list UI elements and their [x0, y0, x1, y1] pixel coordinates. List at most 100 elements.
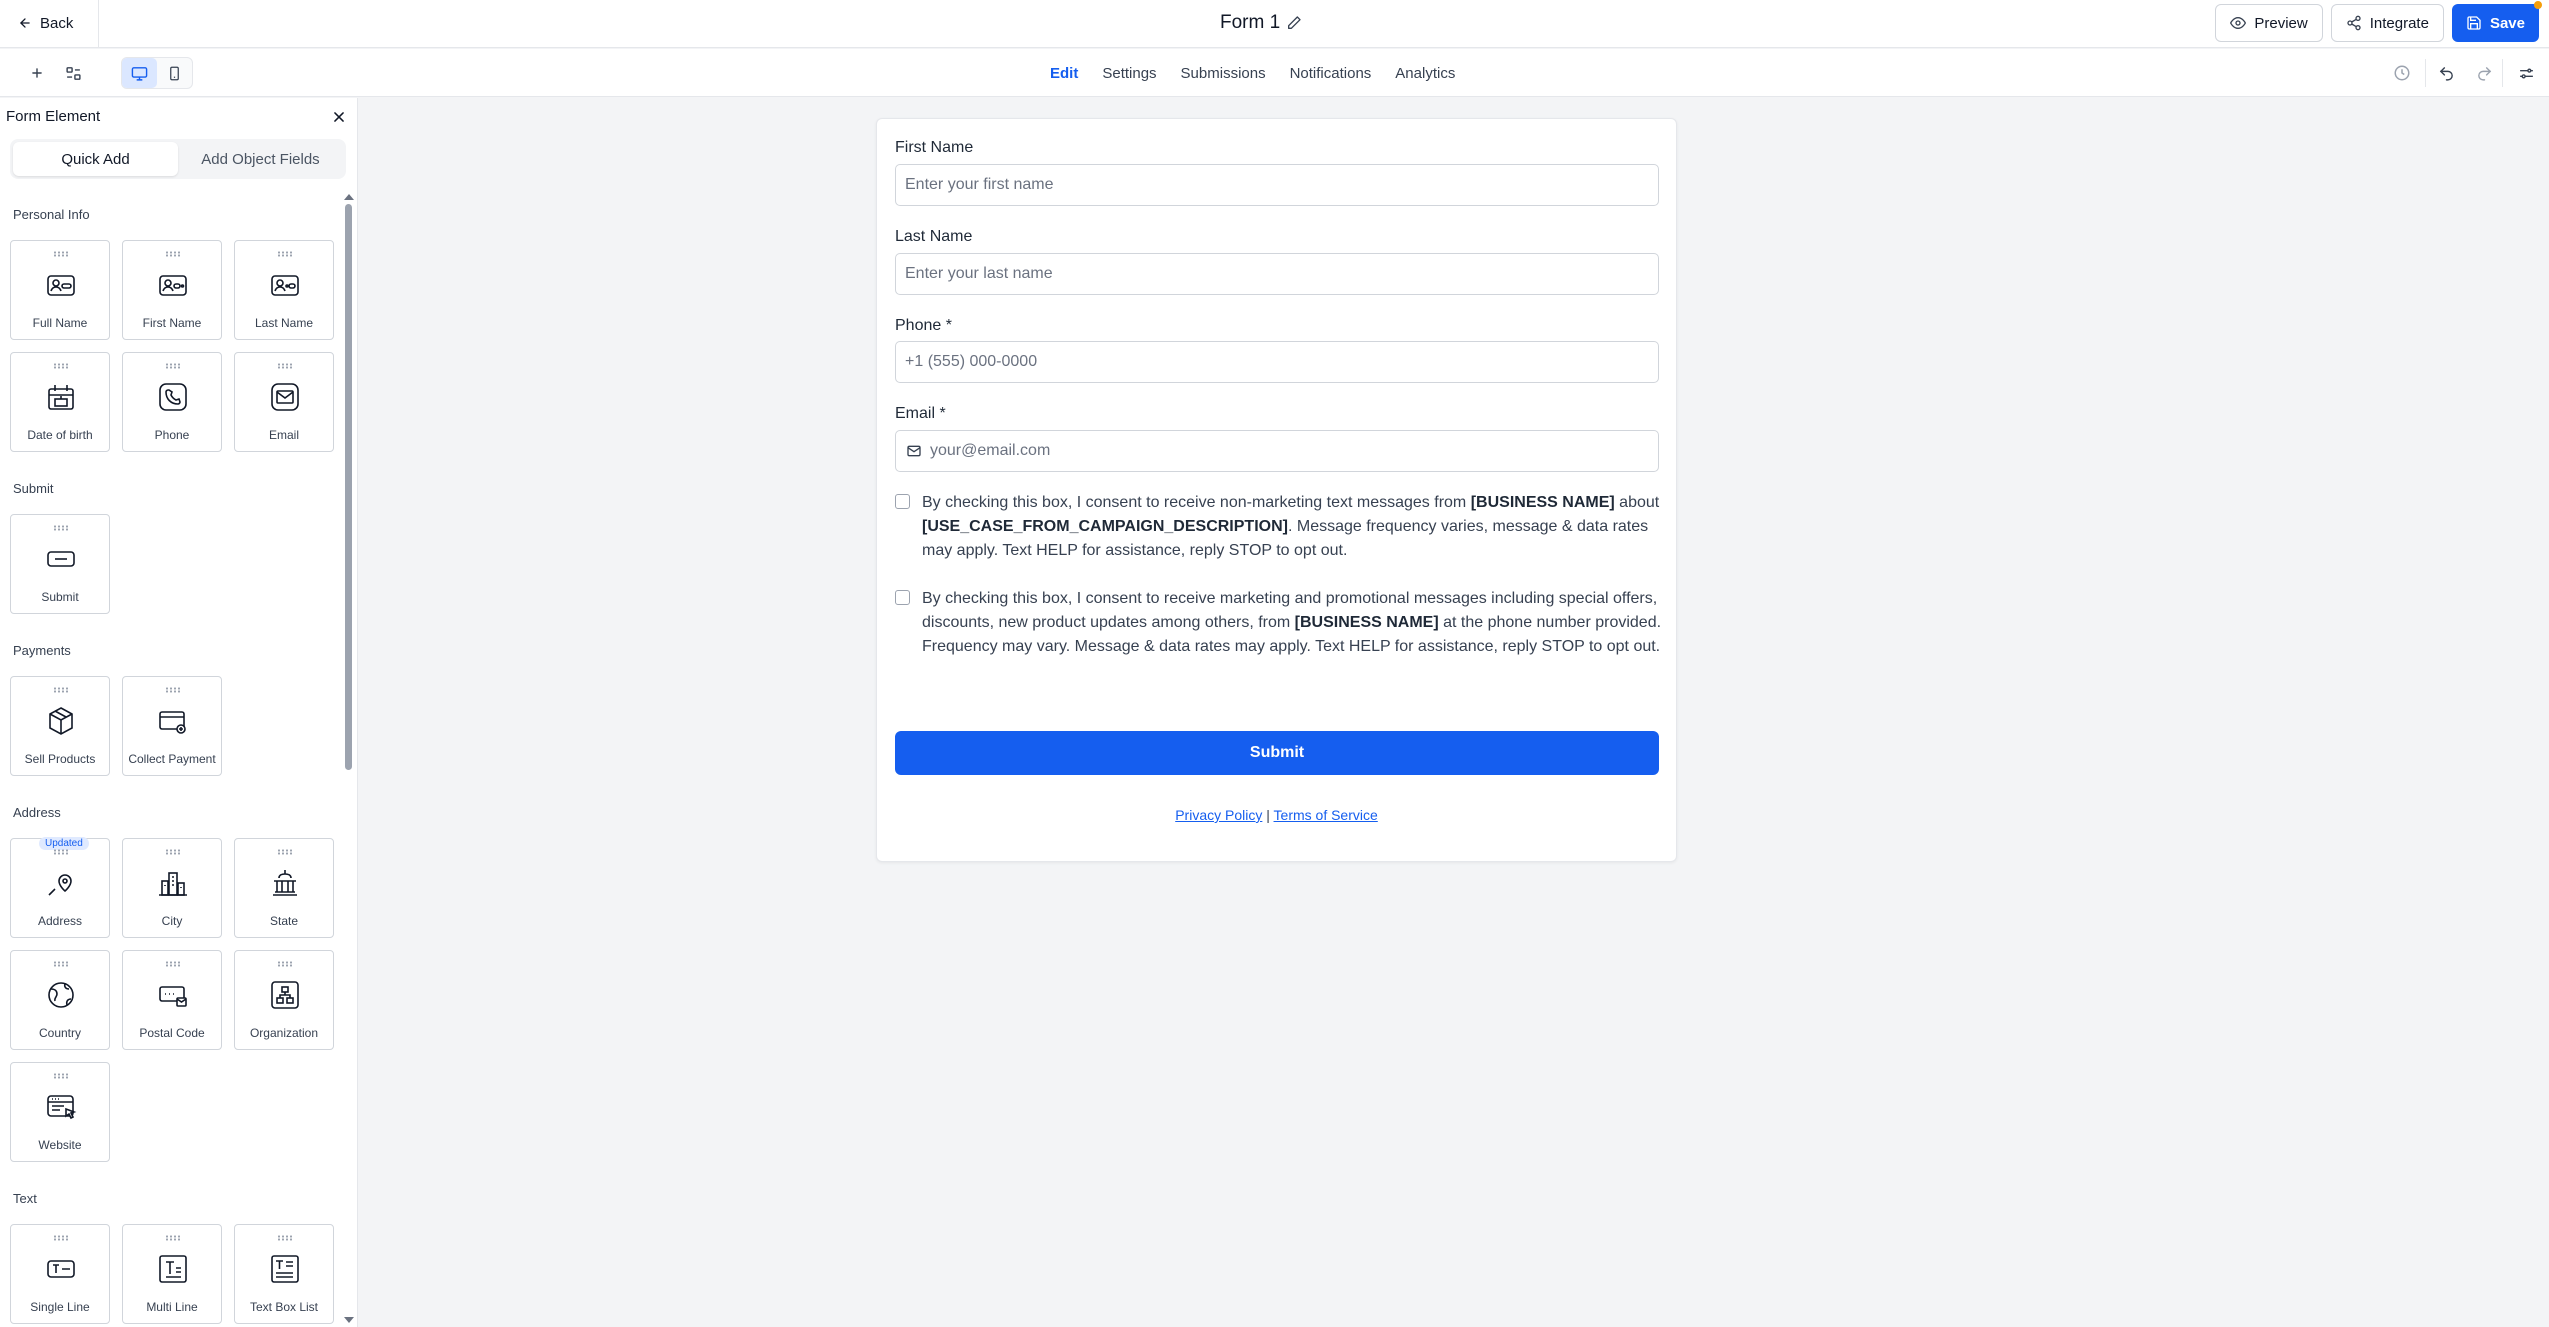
- drag-handle-icon: [53, 1073, 69, 1079]
- layers-button[interactable]: [61, 61, 85, 85]
- legal-links: Privacy Policy | Terms of Service: [877, 807, 1676, 823]
- drag-handle-icon: [165, 687, 181, 693]
- element-submit[interactable]: Submit: [10, 514, 110, 614]
- consent-marketing-checkbox[interactable]: [895, 590, 910, 605]
- element-text-box-list[interactable]: Text Box List: [234, 1224, 334, 1324]
- element-last-name[interactable]: Last Name: [234, 240, 334, 340]
- add-element-button[interactable]: [25, 61, 49, 85]
- divider: [98, 0, 99, 48]
- undo-icon: [2439, 66, 2453, 81]
- consent-marketing: By checking this box, I consent to recei…: [895, 587, 1665, 659]
- submit-button[interactable]: Submit: [895, 731, 1659, 775]
- drag-handle-icon: [165, 251, 181, 257]
- phone-label: Phone *: [895, 317, 952, 334]
- element-label: Sell Products: [24, 752, 96, 766]
- drag-handle-icon: [53, 1235, 69, 1241]
- element-website[interactable]: Website: [10, 1062, 110, 1162]
- tab-edit[interactable]: Edit: [1050, 65, 1078, 82]
- preview-label: Preview: [2254, 14, 2308, 32]
- element-first-name[interactable]: First Name: [122, 240, 222, 340]
- element-phone[interactable]: Phone: [122, 352, 222, 452]
- integrate-button[interactable]: Integrate: [2330, 4, 2444, 42]
- scroll-up-arrow[interactable]: [344, 194, 354, 200]
- element-date-of-birth[interactable]: Date of birth: [10, 352, 110, 452]
- quick-add-tab[interactable]: Quick Add: [13, 142, 178, 176]
- undo-button[interactable]: [2426, 65, 2466, 82]
- redo-icon: [2477, 66, 2491, 81]
- version-history-button[interactable]: [2379, 64, 2425, 82]
- sliders-icon: [65, 66, 81, 80]
- desktop-view-button[interactable]: [122, 58, 157, 88]
- scroll-thumb[interactable]: [345, 204, 352, 770]
- tab-analytics[interactable]: Analytics: [1395, 65, 1455, 82]
- form-title[interactable]: Form 1: [1220, 10, 1302, 36]
- element-label: City: [161, 914, 183, 928]
- preview-button[interactable]: Preview: [2215, 4, 2323, 42]
- tab-notifications[interactable]: Notifications: [1290, 65, 1372, 82]
- tab-settings[interactable]: Settings: [1102, 65, 1156, 82]
- element-country[interactable]: Country: [10, 950, 110, 1050]
- element-single-line[interactable]: Single Line: [10, 1224, 110, 1324]
- save-button[interactable]: Save: [2451, 1, 2542, 42]
- redo-button[interactable]: [2466, 65, 2502, 82]
- consent-marketing-text: By checking this box, I consent to recei…: [922, 590, 1662, 655]
- drag-handle-icon: [165, 849, 181, 855]
- category-text: Text: [13, 1191, 37, 1206]
- element-postal-code[interactable]: Postal Code: [122, 950, 222, 1050]
- element-email[interactable]: Email: [234, 352, 334, 452]
- back-button[interactable]: Back: [10, 8, 81, 38]
- element-multi-line[interactable]: Multi Line: [122, 1224, 222, 1324]
- scroll-down-arrow[interactable]: [344, 1317, 354, 1323]
- element-collect-payment[interactable]: Collect Payment: [122, 676, 222, 776]
- close-icon: [334, 112, 344, 122]
- element-label: Multi Line: [146, 1300, 198, 1314]
- element-city[interactable]: City: [122, 838, 222, 938]
- history-tools: [2379, 49, 2549, 97]
- city-icon: [159, 872, 187, 896]
- last-name-input[interactable]: [895, 253, 1659, 295]
- share-icon: [2347, 15, 2361, 31]
- plus-icon: [32, 68, 42, 78]
- form-element-panel: Form Element Quick Add Add Object Fields…: [0, 98, 358, 1327]
- monitor-icon: [131, 66, 148, 81]
- element-label: Email: [268, 428, 299, 442]
- mail-icon: [907, 445, 921, 457]
- element-address[interactable]: Updated Address: [10, 837, 110, 938]
- element-organization[interactable]: Organization: [234, 950, 334, 1050]
- first-name-input[interactable]: [895, 164, 1659, 206]
- mobile-view-button[interactable]: [157, 58, 192, 88]
- email-field[interactable]: [895, 430, 1659, 472]
- drag-handle-icon: [277, 251, 293, 257]
- pencil-icon[interactable]: [1286, 15, 1302, 31]
- email-label: Email *: [895, 405, 946, 422]
- phone-input[interactable]: [895, 341, 1659, 383]
- panel-scrollbar[interactable]: [344, 194, 354, 1327]
- element-source-toggle: Quick Add Add Object Fields: [10, 139, 346, 179]
- drag-handle-icon: [53, 525, 69, 531]
- panel-settings-button[interactable]: [2503, 65, 2549, 82]
- terms-of-service-link[interactable]: Terms of Service: [1274, 807, 1378, 823]
- drag-handle-icon: [277, 1235, 293, 1241]
- element-label: Address: [37, 914, 83, 928]
- arrow-left-icon: [20, 18, 30, 28]
- editor-tabs: Edit Settings Submissions Notifications …: [1050, 49, 1455, 97]
- drag-handle-icon: [53, 363, 69, 369]
- element-label: Date of birth: [27, 428, 93, 442]
- add-object-fields-tab[interactable]: Add Object Fields: [178, 142, 343, 176]
- back-label: Back: [40, 14, 74, 32]
- drag-handle-icon: [53, 849, 69, 855]
- element-state[interactable]: State: [234, 838, 334, 938]
- mailbox-icon: [159, 986, 187, 1007]
- phone-icon: [159, 383, 187, 411]
- top-actions: Preview Integrate Save: [2215, 1, 2542, 42]
- last-name-label: Last Name: [895, 228, 973, 245]
- privacy-policy-link[interactable]: Privacy Policy: [1175, 807, 1262, 823]
- close-panel-button[interactable]: [328, 106, 350, 128]
- email-input[interactable]: [922, 431, 1658, 471]
- element-full-name[interactable]: Full Name: [10, 240, 110, 340]
- element-sell-products[interactable]: Sell Products: [10, 676, 110, 776]
- tab-submissions[interactable]: Submissions: [1181, 65, 1266, 82]
- drag-handle-icon: [277, 363, 293, 369]
- consent-non-marketing-checkbox[interactable]: [895, 494, 910, 509]
- credit-card-icon: [159, 711, 186, 734]
